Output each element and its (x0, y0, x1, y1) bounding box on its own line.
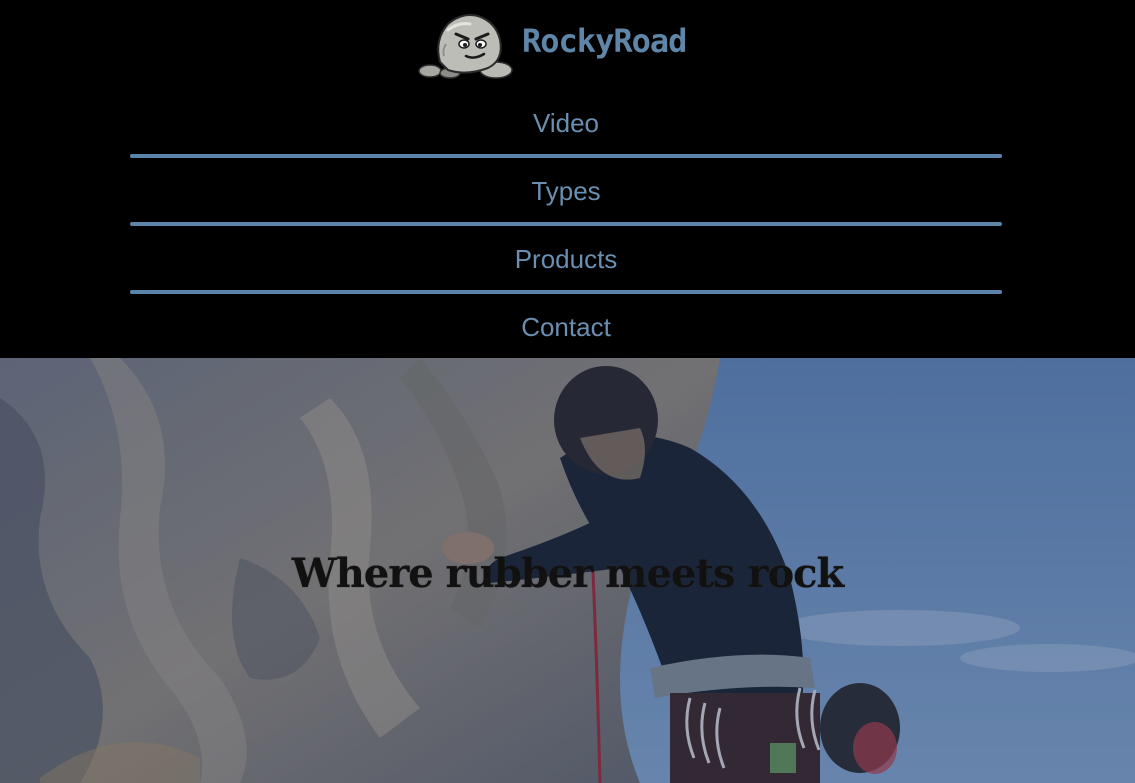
brand-name: RockyRoad (522, 22, 687, 60)
hero-banner: Where rubber meets rock (0, 358, 1135, 783)
rock-mascot-icon (418, 14, 513, 79)
main-nav: Video Types Products Contact (130, 90, 1002, 362)
brand-link[interactable]: RockyRoad (418, 10, 687, 80)
nav-item-label: Types (531, 176, 601, 206)
nav-item-contact[interactable]: Contact (130, 294, 1002, 362)
site-header: RockyRoad Video Types Products Contact (0, 0, 1135, 358)
nav-item-label: Contact (521, 312, 611, 342)
hero-tagline: Where rubber meets rock (291, 549, 844, 597)
nav-item-label: Video (532, 108, 600, 138)
nav-item-types[interactable]: Types (130, 158, 1002, 226)
nav-item-label: Products (514, 244, 618, 274)
nav-item-video[interactable]: Video (130, 90, 1002, 158)
nav-item-products[interactable]: Products (130, 226, 1002, 294)
